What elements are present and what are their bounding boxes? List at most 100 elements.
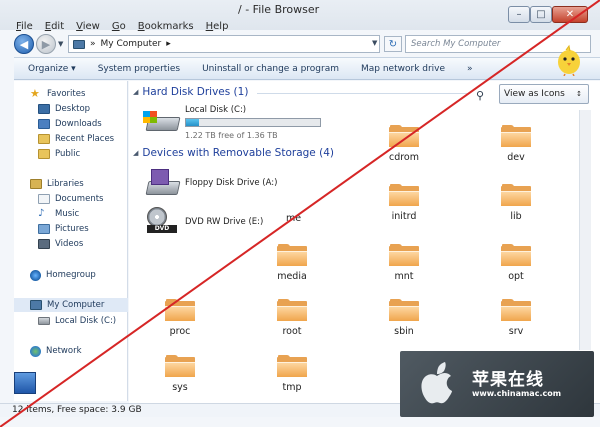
sidebar-homegroup[interactable]: Homegroup — [30, 268, 96, 282]
folder-lib[interactable]: lib — [481, 184, 551, 222]
folder-root[interactable]: root — [257, 299, 327, 337]
sidebar-computer-label: My Computer — [47, 300, 105, 310]
folder-icon — [501, 244, 531, 266]
dvd-drive-e[interactable]: DVD DVD RW Drive (E:) — [143, 207, 263, 237]
sidebar-item-music[interactable]: ♪ Music — [38, 207, 79, 221]
folder-mnt[interactable]: mnt — [369, 244, 439, 282]
sidebar-item-label: Recent Places — [55, 134, 115, 144]
pictures-icon — [38, 224, 50, 234]
music-note-icon: ♪ — [38, 208, 45, 219]
folder-cdrom[interactable]: cdrom — [369, 125, 439, 163]
computer-icon — [30, 300, 42, 310]
minimize-button[interactable]: – — [508, 6, 530, 23]
folder-icon — [277, 355, 307, 377]
local-disk-info: Local Disk (C:) 1.22 TB free of 1.36 TB — [185, 105, 321, 140]
address-bar[interactable]: » My Computer ▸ — [68, 35, 380, 53]
file-browser-window: / - File Browser File Edit View Go Bookm… — [0, 0, 600, 427]
downloads-icon — [38, 119, 50, 129]
sidebar-item-documents[interactable]: Documents — [38, 192, 103, 206]
folder-opt[interactable]: opt — [481, 244, 551, 282]
address-path[interactable]: My Computer — [101, 39, 162, 49]
folder-icon — [501, 299, 531, 321]
recent-places-icon — [38, 134, 50, 144]
sidebar-item-public[interactable]: Public — [38, 147, 80, 161]
homegroup-icon — [30, 269, 41, 281]
title-bar: / - File Browser File Edit View Go Bookm… — [0, 0, 600, 32]
sidebar-network[interactable]: Network — [30, 344, 82, 358]
organize-button[interactable]: Organize ▾ — [14, 64, 87, 74]
sidebar-item-local-disk[interactable]: Local Disk (C:) — [38, 314, 116, 328]
zoom-icon[interactable]: ⚲ — [476, 89, 484, 102]
menu-file[interactable]: File — [16, 21, 33, 32]
back-button[interactable]: ◀ — [14, 34, 34, 54]
dvd-drive-icon: DVD — [143, 207, 181, 237]
sidebar-item-label: Music — [55, 209, 80, 219]
folder-label: sys — [172, 382, 188, 393]
folder-label: mnt — [394, 271, 414, 282]
system-properties-button[interactable]: System properties — [87, 64, 191, 74]
folder-icon — [165, 355, 195, 377]
group-header-label: Devices with Removable Storage (4) — [142, 147, 334, 159]
menu-view[interactable]: View — [76, 21, 100, 32]
folder-tmp[interactable]: tmp — [257, 355, 327, 393]
folder-media[interactable]: media — [257, 244, 327, 282]
star-icon: ★ — [30, 87, 40, 100]
folder-dev[interactable]: dev — [481, 125, 551, 163]
sidebar-homegroup-label: Homegroup — [46, 270, 96, 280]
navigation-pane: ★ Favorites Desktop Downloads Recent Pla… — [14, 81, 128, 401]
history-dropdown-icon[interactable]: ▼ — [58, 40, 63, 48]
sidebar-item-desktop[interactable]: Desktop — [38, 102, 90, 116]
floppy-drive-a[interactable]: Floppy Disk Drive (A:) — [143, 169, 277, 199]
path-separator-icon[interactable]: ▸ — [166, 39, 171, 49]
sidebar-item-pictures[interactable]: Pictures — [38, 222, 89, 236]
folder-srv[interactable]: srv — [481, 299, 551, 337]
sidebar-item-label: Videos — [55, 239, 84, 249]
vertical-scrollbar[interactable] — [579, 110, 591, 350]
sidebar-my-computer[interactable]: My Computer — [14, 298, 128, 312]
folder-label: sbin — [394, 326, 414, 337]
sidebar-network-label: Network — [46, 346, 82, 356]
path-root-chevron[interactable]: » — [90, 39, 96, 49]
dvd-badge: DVD — [147, 225, 177, 233]
partial-folder-label: me — [286, 213, 302, 224]
menu-help[interactable]: Help — [206, 21, 229, 32]
address-dropdown-icon[interactable]: ▼ — [372, 39, 377, 47]
menu-go[interactable]: Go — [112, 21, 126, 32]
sidebar-favorites[interactable]: ★ Favorites — [30, 87, 85, 101]
refresh-button[interactable]: ↻ — [384, 36, 402, 52]
folder-icon — [277, 244, 307, 266]
menu-edit[interactable]: Edit — [45, 21, 64, 32]
sidebar-item-label: Desktop — [55, 104, 91, 114]
folder-icon — [38, 149, 50, 159]
sidebar-item-videos[interactable]: Videos — [38, 237, 83, 251]
folder-sbin[interactable]: sbin — [369, 299, 439, 337]
sidebar-item-recent-places[interactable]: Recent Places — [38, 132, 114, 146]
folder-icon — [165, 299, 195, 321]
floppy-drive-icon — [143, 169, 181, 199]
close-button[interactable]: ✕ — [552, 6, 588, 23]
folder-initrd[interactable]: initrd — [369, 184, 439, 222]
drive-free-space: 1.22 TB free of 1.36 TB — [185, 131, 278, 140]
uninstall-program-button[interactable]: Uninstall or change a program — [191, 64, 350, 74]
sidebar-item-label: Public — [55, 149, 81, 159]
folder-label: dev — [507, 152, 525, 163]
folder-label: opt — [508, 271, 524, 282]
maximize-button[interactable]: □ — [530, 6, 552, 23]
sidebar-libraries[interactable]: Libraries — [30, 177, 84, 191]
chick-mascot-icon — [558, 44, 580, 76]
folder-proc[interactable]: proc — [145, 299, 215, 337]
sidebar-item-downloads[interactable]: Downloads — [38, 117, 102, 131]
folder-sys[interactable]: sys — [145, 355, 215, 393]
address-row: ◀ ▶ ▼ » My Computer ▸ ▼ ↻ Search My Comp… — [0, 32, 600, 56]
drive-name: DVD RW Drive (E:) — [185, 217, 264, 227]
sidebar-item-label: Pictures — [55, 224, 89, 234]
more-commands-button[interactable]: » — [456, 64, 484, 74]
view-as-select[interactable]: View as Icons ↕ — [499, 84, 589, 104]
forward-button[interactable]: ▶ — [36, 34, 56, 54]
map-network-drive-button[interactable]: Map network drive — [350, 64, 456, 74]
hard-disks-group-header[interactable]: ◢ Hard Disk Drives (1) — [133, 86, 248, 98]
menu-bookmarks[interactable]: Bookmarks — [138, 21, 194, 32]
sidebar-libraries-label: Libraries — [47, 179, 84, 189]
local-disk-c[interactable]: Local Disk (C:) 1.22 TB free of 1.36 TB — [143, 105, 321, 140]
removable-group-header[interactable]: ◢ Devices with Removable Storage (4) — [133, 147, 334, 159]
